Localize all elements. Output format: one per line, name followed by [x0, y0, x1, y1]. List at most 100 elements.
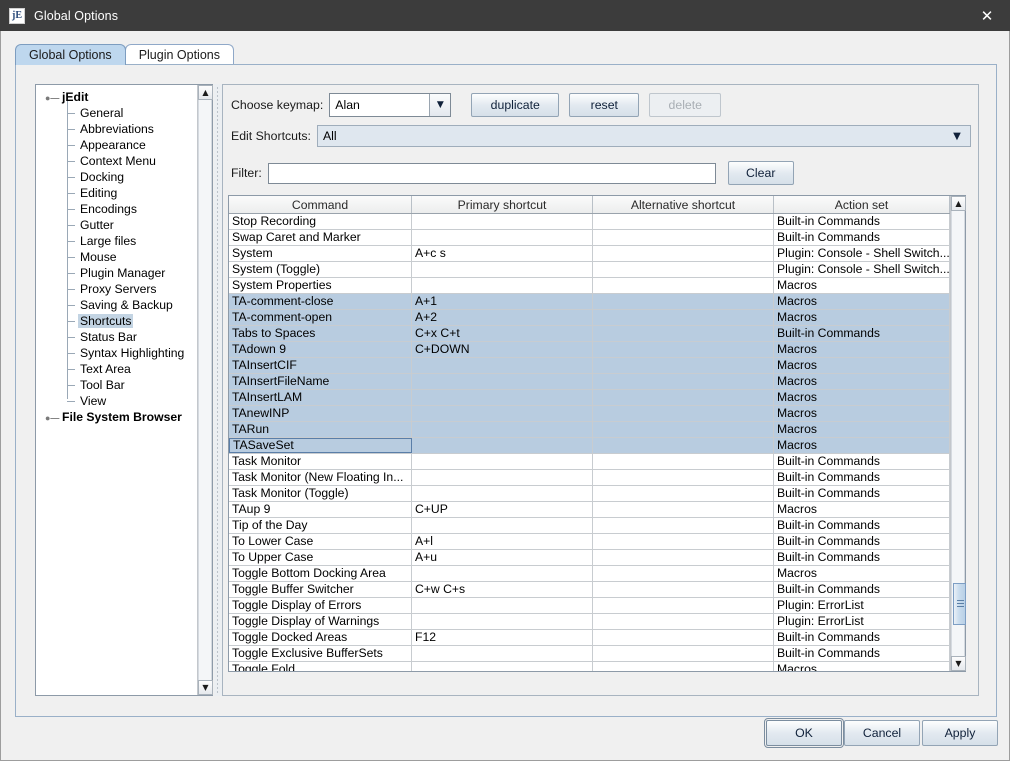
table-row[interactable]: TASaveSetMacros: [229, 438, 950, 454]
scroll-down-icon[interactable]: ▼: [198, 680, 213, 695]
expand-handle-icon[interactable]: ●—: [45, 94, 53, 102]
cell-alternative[interactable]: [593, 646, 774, 661]
cell-primary[interactable]: [412, 598, 593, 613]
cell-action-set[interactable]: Macros: [774, 374, 950, 389]
apply-button[interactable]: Apply: [922, 720, 998, 746]
cell-alternative[interactable]: [593, 662, 774, 671]
sidebar-item-editing[interactable]: Editing: [36, 185, 197, 201]
cell-primary[interactable]: A+u: [412, 550, 593, 565]
sidebar-item-plugin-manager[interactable]: Plugin Manager: [36, 265, 197, 281]
sidebar-item-docking[interactable]: Docking: [36, 169, 197, 185]
sidebar-item-syntax-highlighting[interactable]: Syntax Highlighting: [36, 345, 197, 361]
table-row[interactable]: Toggle Exclusive BufferSetsBuilt-in Comm…: [229, 646, 950, 662]
cell-primary[interactable]: A+c s: [412, 246, 593, 261]
cell-command[interactable]: TAInsertFileName: [229, 374, 412, 389]
column-header-command[interactable]: Command: [229, 196, 412, 213]
table-row[interactable]: Tip of the DayBuilt-in Commands: [229, 518, 950, 534]
cell-primary[interactable]: [412, 614, 593, 629]
cell-command[interactable]: TAnewINP: [229, 406, 412, 421]
cell-alternative[interactable]: [593, 486, 774, 501]
cell-action-set[interactable]: Built-in Commands: [774, 326, 950, 341]
tab-plugin-options[interactable]: Plugin Options: [125, 44, 234, 65]
tree-item-file-system-browser[interactable]: ●— File System Browser: [36, 409, 197, 425]
cell-command[interactable]: To Upper Case: [229, 550, 412, 565]
cell-action-set[interactable]: Macros: [774, 278, 950, 293]
cell-alternative[interactable]: [593, 294, 774, 309]
cell-command[interactable]: TAInsertLAM: [229, 390, 412, 405]
table-scrollbar-track[interactable]: [951, 211, 965, 656]
cell-alternative[interactable]: [593, 438, 774, 453]
cell-alternative[interactable]: [593, 406, 774, 421]
table-row[interactable]: TAInsertCIFMacros: [229, 358, 950, 374]
cell-alternative[interactable]: [593, 598, 774, 613]
cell-command[interactable]: Toggle Fold: [229, 662, 412, 671]
cell-command[interactable]: Stop Recording: [229, 214, 412, 229]
cell-primary[interactable]: A+2: [412, 310, 593, 325]
cell-action-set[interactable]: Macros: [774, 358, 950, 373]
table-row[interactable]: Toggle Buffer SwitcherC+w C+sBuilt-in Co…: [229, 582, 950, 598]
filter-input[interactable]: [268, 163, 716, 184]
tree-vertical-scrollbar[interactable]: ▲ ▼: [197, 85, 212, 695]
sidebar-item-status-bar[interactable]: Status Bar: [36, 329, 197, 345]
sidebar-item-view[interactable]: View: [36, 393, 197, 409]
scroll-up-icon[interactable]: ▲: [198, 85, 213, 100]
split-pane-divider[interactable]: [214, 84, 222, 696]
cell-alternative[interactable]: [593, 454, 774, 469]
cell-action-set[interactable]: Plugin: Console - Shell Switch...: [774, 246, 950, 261]
cell-alternative[interactable]: [593, 310, 774, 325]
column-header-action-set[interactable]: Action set: [774, 196, 950, 213]
cell-alternative[interactable]: [593, 358, 774, 373]
cell-command[interactable]: Toggle Display of Errors: [229, 598, 412, 613]
cell-primary[interactable]: [412, 438, 593, 453]
cell-command[interactable]: TA-comment-open: [229, 310, 412, 325]
table-row[interactable]: Stop RecordingBuilt-in Commands: [229, 214, 950, 230]
table-row[interactable]: Swap Caret and MarkerBuilt-in Commands: [229, 230, 950, 246]
sidebar-item-appearance[interactable]: Appearance: [36, 137, 197, 153]
cell-command[interactable]: Toggle Docked Areas: [229, 630, 412, 645]
table-vertical-scrollbar[interactable]: ▲ ▼: [950, 196, 965, 671]
cell-command[interactable]: TAup 9: [229, 502, 412, 517]
table-row[interactable]: System (Toggle)Plugin: Console - Shell S…: [229, 262, 950, 278]
cell-alternative[interactable]: [593, 566, 774, 581]
column-header-primary-shortcut[interactable]: Primary shortcut: [412, 196, 593, 213]
sidebar-item-saving-backup[interactable]: Saving & Backup: [36, 297, 197, 313]
cell-command[interactable]: Tabs to Spaces: [229, 326, 412, 341]
sidebar-item-context-menu[interactable]: Context Menu: [36, 153, 197, 169]
cell-alternative[interactable]: [593, 614, 774, 629]
cell-primary[interactable]: [412, 278, 593, 293]
cell-primary[interactable]: A+l: [412, 534, 593, 549]
tree-scrollbar-track[interactable]: [198, 100, 212, 680]
cell-alternative[interactable]: [593, 230, 774, 245]
cell-action-set[interactable]: Macros: [774, 390, 950, 405]
sidebar-item-tool-bar[interactable]: Tool Bar: [36, 377, 197, 393]
cell-primary[interactable]: [412, 358, 593, 373]
table-row[interactable]: Tabs to SpacesC+x C+tBuilt-in Commands: [229, 326, 950, 342]
cell-primary[interactable]: F12: [412, 630, 593, 645]
collapse-handle-icon[interactable]: ●—: [45, 414, 53, 422]
scroll-down-icon[interactable]: ▼: [951, 656, 966, 671]
cell-action-set[interactable]: Built-in Commands: [774, 454, 950, 469]
cell-primary[interactable]: [412, 390, 593, 405]
edit-shortcuts-select[interactable]: All ▼: [317, 125, 971, 147]
cell-alternative[interactable]: [593, 262, 774, 277]
cell-action-set[interactable]: Macros: [774, 438, 950, 453]
cell-primary[interactable]: [412, 454, 593, 469]
table-row[interactable]: TARunMacros: [229, 422, 950, 438]
cell-action-set[interactable]: Built-in Commands: [774, 534, 950, 549]
cell-command[interactable]: Toggle Buffer Switcher: [229, 582, 412, 597]
reset-button[interactable]: reset: [569, 93, 639, 117]
cell-action-set[interactable]: Built-in Commands: [774, 518, 950, 533]
cell-action-set[interactable]: Macros: [774, 406, 950, 421]
table-row[interactable]: TAInsertFileName Macros: [229, 374, 950, 390]
cell-alternative[interactable]: [593, 390, 774, 405]
table-row[interactable]: Toggle Bottom Docking AreaMacros: [229, 566, 950, 582]
column-header-alternative-shortcut[interactable]: Alternative shortcut: [593, 196, 774, 213]
sidebar-item-shortcuts[interactable]: Shortcuts: [36, 313, 197, 329]
cell-primary[interactable]: [412, 406, 593, 421]
cell-action-set[interactable]: Built-in Commands: [774, 550, 950, 565]
table-row[interactable]: Task MonitorBuilt-in Commands: [229, 454, 950, 470]
cell-alternative[interactable]: [593, 326, 774, 341]
cell-primary[interactable]: C+UP: [412, 502, 593, 517]
duplicate-button[interactable]: duplicate: [471, 93, 559, 117]
table-row[interactable]: To Lower CaseA+lBuilt-in Commands: [229, 534, 950, 550]
